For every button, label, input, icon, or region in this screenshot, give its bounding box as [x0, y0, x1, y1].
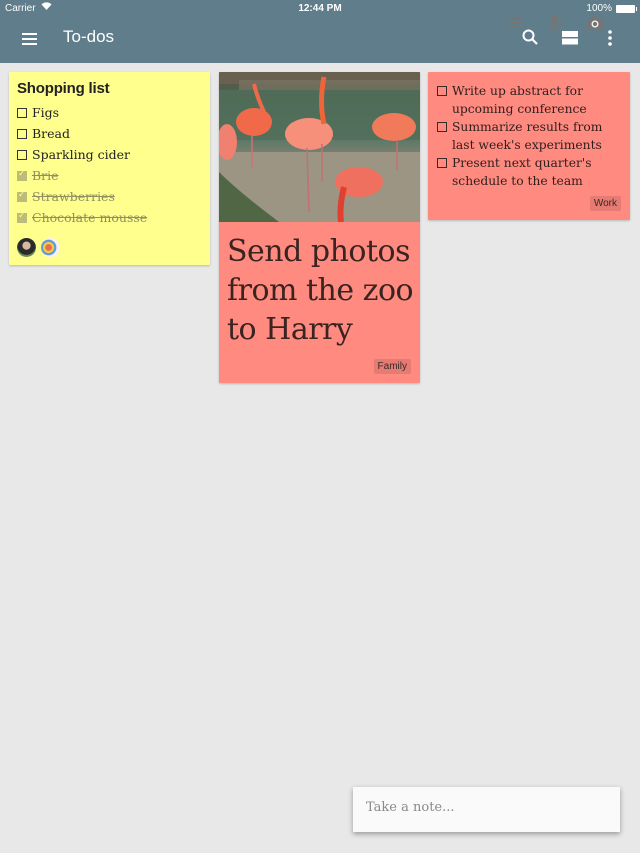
checklist-item-checked[interactable]: Strawberries	[17, 186, 202, 207]
checklist-item-text: Strawberries	[32, 189, 115, 204]
flamingo-photo	[219, 72, 420, 222]
checklist-item-checked[interactable]: Chocolate mousse	[17, 207, 202, 228]
checkbox-unchecked[interactable]	[17, 128, 27, 139]
checkbox-unchecked[interactable]	[17, 149, 27, 160]
note-photo[interactable]: Send photos from the zoo to Harry Family	[219, 72, 420, 383]
label-chip[interactable]: Family	[373, 359, 411, 374]
collaborators	[17, 238, 202, 257]
checkbox-unchecked[interactable]	[437, 158, 447, 168]
menu-icon	[22, 33, 37, 35]
camera-icon	[587, 16, 603, 30]
label-chip[interactable]: Work	[589, 196, 621, 211]
checkbox-unchecked[interactable]	[437, 86, 447, 96]
checklist-item-text: Present next quarter's schedule to the t…	[452, 156, 592, 188]
note-shopping-list[interactable]: Shopping list Figs Bread Sparkling cider…	[9, 72, 210, 265]
take-note-bar	[353, 787, 620, 832]
note-text: Send photos from the zoo to Harry	[227, 234, 414, 347]
checklist-item[interactable]: Sparkling cider	[17, 144, 202, 165]
new-list-button[interactable]	[504, 12, 526, 34]
checklist-item-text: Brie	[32, 168, 59, 183]
checklist-item[interactable]: Present next quarter's schedule to the t…	[437, 154, 621, 190]
checklist-item[interactable]: Summarize results from last week's exper…	[437, 118, 621, 154]
checkbox-unchecked[interactable]	[437, 122, 447, 132]
menu-icon-line	[22, 43, 37, 45]
checklist-item-text: Summarize results from last week's exper…	[452, 120, 603, 152]
checkbox-checked[interactable]	[17, 169, 27, 181]
checkbox-checked[interactable]	[17, 190, 27, 202]
checklist-item-text: Chocolate mousse	[32, 210, 148, 225]
note-work-checklist[interactable]: Write up abstract for upcoming conferenc…	[428, 72, 630, 220]
checklist-item[interactable]: Figs	[17, 102, 202, 123]
note-title: Shopping list	[17, 80, 110, 97]
list-icon	[507, 18, 522, 28]
photo-note-button[interactable]	[584, 12, 606, 34]
checklist-item[interactable]: Bread	[17, 123, 202, 144]
checklist-item-text: Figs	[32, 105, 60, 120]
checklist-item[interactable]: Write up abstract for upcoming conferenc…	[437, 82, 621, 118]
checkbox-unchecked[interactable]	[17, 107, 27, 118]
voice-note-button[interactable]	[544, 12, 566, 34]
menu-icon-line	[22, 38, 37, 40]
checklist-item-text: Write up abstract for upcoming conferenc…	[452, 84, 587, 116]
checklist-item-text: Sparkling cider	[32, 147, 130, 162]
checklist-item-checked[interactable]: Brie	[17, 165, 202, 186]
take-note-input[interactable]	[366, 800, 496, 815]
avatar	[17, 238, 36, 257]
mic-icon	[548, 15, 562, 32]
checkbox-checked[interactable]	[17, 211, 27, 223]
checklist-item-text: Bread	[32, 126, 71, 141]
avatar	[41, 238, 60, 257]
menu-button[interactable]	[20, 29, 40, 49]
battery-icon	[616, 5, 637, 13]
page-title: To-dos	[63, 27, 115, 46]
